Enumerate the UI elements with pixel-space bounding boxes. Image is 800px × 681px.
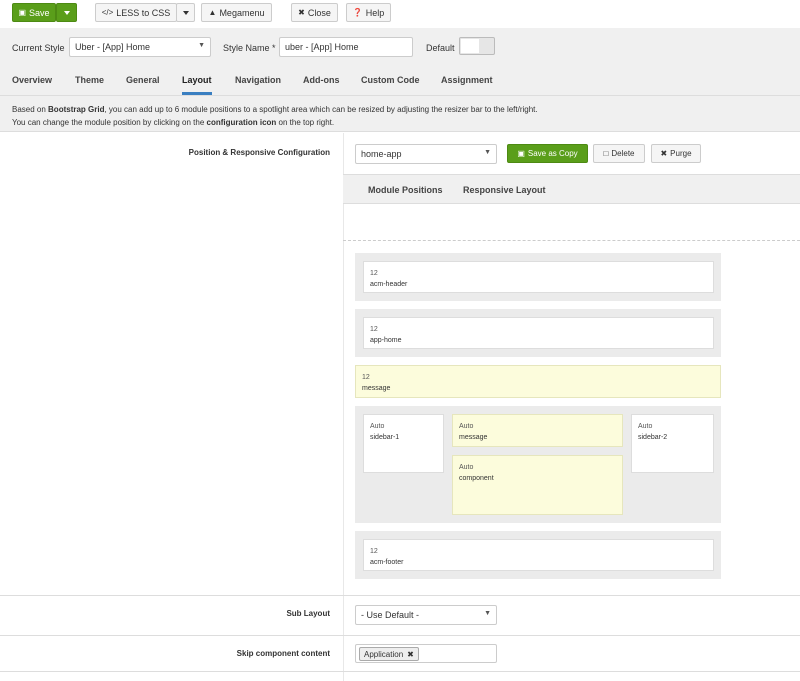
remove-tag-icon[interactable]: ✖ xyxy=(407,650,414,659)
form-divider xyxy=(0,671,800,672)
tag-application: Application ✖ xyxy=(359,647,419,661)
save-as-copy-button[interactable]: ▣ Save as Copy xyxy=(507,144,588,163)
chevron-down-icon: ▼ xyxy=(198,42,205,49)
module-position-acm-header[interactable]: 12 acm-header xyxy=(363,261,714,293)
question-icon: ❓ xyxy=(352,8,363,17)
module-position-acm-footer[interactable]: 12 acm-footer xyxy=(363,539,714,571)
tab-layout[interactable]: Layout xyxy=(182,75,212,95)
chevron-down-icon: ▼ xyxy=(484,149,491,156)
tab-responsive-layout[interactable]: Responsive Layout xyxy=(463,185,546,195)
code-icon: </> xyxy=(101,8,114,17)
layout-select[interactable]: home-app ▼ xyxy=(355,144,497,164)
position-config-label: Position & Responsive Configuration xyxy=(188,148,330,157)
tab-module-positions[interactable]: Module Positions xyxy=(368,185,443,195)
close-button[interactable]: ✖ Close xyxy=(291,3,338,22)
purge-button[interactable]: ✖ Purge xyxy=(651,144,701,163)
save-dropdown-button[interactable] xyxy=(56,3,77,22)
less-dropdown-button[interactable] xyxy=(176,3,195,22)
help-button[interactable]: ❓ Help xyxy=(346,3,391,22)
default-toggle[interactable] xyxy=(459,37,495,55)
column-divider xyxy=(343,133,344,681)
tab-addons[interactable]: Add-ons xyxy=(303,75,340,85)
module-position-app-home[interactable]: 12 app-home xyxy=(363,317,714,349)
close-icon: ✖ xyxy=(660,149,668,158)
config-subtabs: Module Positions Responsive Layout xyxy=(343,174,800,204)
skip-component-label: Skip component content xyxy=(236,649,330,658)
tab-custom-code[interactable]: Custom Code xyxy=(361,75,420,85)
trash-icon: □ xyxy=(603,149,609,158)
module-position-sidebar-2[interactable]: Auto sidebar-2 xyxy=(631,414,714,473)
tab-overview[interactable]: Overview xyxy=(12,75,52,85)
sitemap-icon: ▲ xyxy=(208,8,217,17)
tab-assignment[interactable]: Assignment xyxy=(441,75,493,85)
layout-info: Based on Bootstrap Grid, you can add up … xyxy=(0,96,800,132)
tab-general[interactable]: General xyxy=(126,75,160,85)
style-bar: Current Style Uber - [App] Home ▼ Style … xyxy=(0,28,800,66)
form-divider xyxy=(0,635,800,636)
chevron-down-icon: ▼ xyxy=(484,610,491,617)
module-position-sidebar-1[interactable]: Auto sidebar-1 xyxy=(363,414,444,473)
module-position-component[interactable]: Auto component xyxy=(452,455,623,515)
save-button[interactable]: ▣ Save xyxy=(12,3,56,22)
caret-down-icon xyxy=(182,10,189,15)
floppy-icon: ▣ xyxy=(18,8,27,17)
tab-navigation[interactable]: Navigation xyxy=(235,75,281,85)
megamenu-button[interactable]: ▲ Megamenu xyxy=(201,3,272,22)
floppy-icon: ▣ xyxy=(517,149,525,158)
sub-layout-select[interactable]: - Use Default - ▼ xyxy=(355,605,497,625)
current-style-select[interactable]: Uber - [App] Home ▼ xyxy=(69,37,211,57)
main-tabs: Overview Theme General Layout Navigation… xyxy=(0,66,800,96)
style-name-field[interactable]: uber - [App] Home xyxy=(279,37,413,57)
toolbar: ▣ Save </> LESS to CSS ▲ Megamenu ✖ Clos… xyxy=(0,0,800,28)
sub-layout-label: Sub Layout xyxy=(286,609,330,618)
current-style-label: Current Style xyxy=(12,43,65,53)
module-position-message-2[interactable]: Auto message xyxy=(452,414,623,447)
close-icon: ✖ xyxy=(298,8,305,17)
default-label: Default xyxy=(426,43,455,53)
tab-theme[interactable]: Theme xyxy=(75,75,104,85)
form-divider xyxy=(0,595,800,596)
caret-down-icon xyxy=(63,10,70,15)
style-name-label: Style Name * xyxy=(223,43,276,53)
less-to-css-button[interactable]: </> LESS to CSS xyxy=(95,3,177,22)
delete-button[interactable]: □ Delete xyxy=(593,144,645,163)
dashed-divider xyxy=(343,240,800,241)
module-position-message[interactable]: 12 message xyxy=(355,365,721,398)
